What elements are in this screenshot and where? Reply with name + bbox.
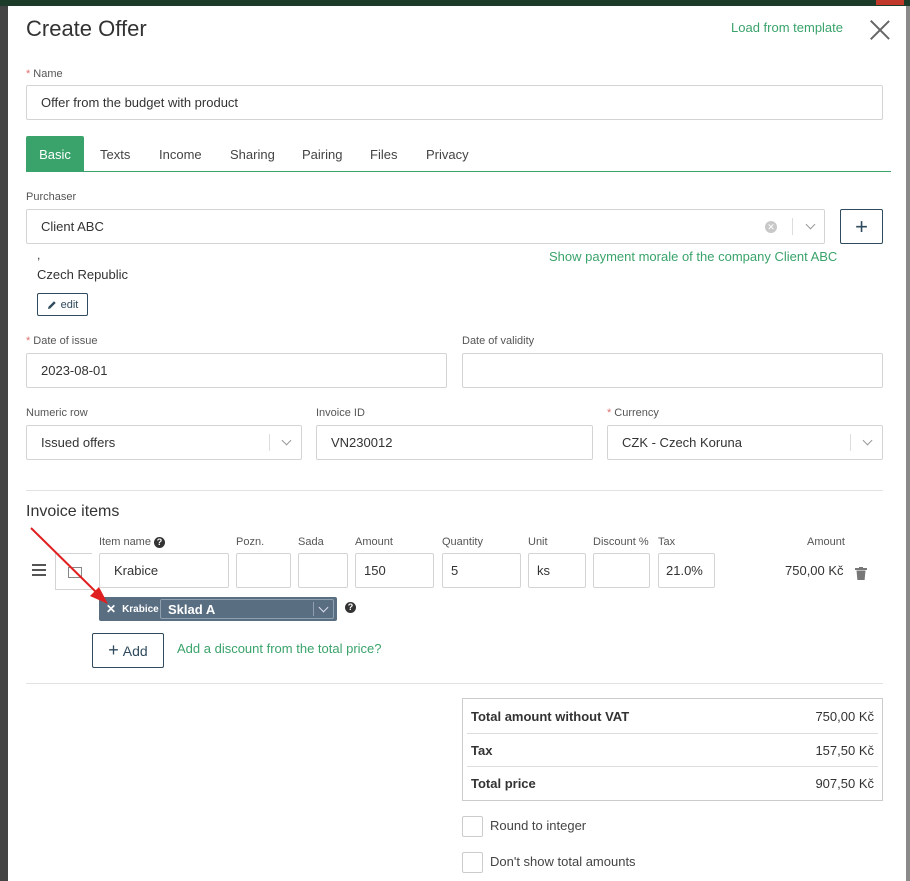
chevron-down-icon[interactable] [805,219,816,230]
header-discount: Discount % [593,536,649,548]
plus-icon: + [108,640,119,660]
chevron-down-icon [318,602,329,613]
stock-help-icon[interactable]: ? [345,602,356,613]
warehouse-select[interactable]: Sklad A [160,599,334,619]
divider [26,490,883,491]
payment-morale-link[interactable]: Show payment morale of the company Clien… [549,249,837,264]
tab-basic[interactable]: Basic [26,136,84,172]
add-purchaser-button[interactable]: + [840,209,883,244]
select-separator [850,434,851,451]
discount-input[interactable] [593,553,650,588]
invoice-id-label: Invoice ID [316,407,365,419]
numeric-row-label: Numeric row [26,407,88,419]
invoice-items-title: Invoice items [26,503,120,520]
currency-select[interactable]: CZK - Czech Koruna [607,425,883,460]
pencil-icon [47,300,56,309]
date-of-validity-label: Date of validity [462,335,535,347]
tab-files[interactable]: Files [370,136,397,172]
date-of-validity-input[interactable] [462,353,883,388]
annotation-arrow-icon [30,527,108,604]
numeric-row-select[interactable]: Issued offers [26,425,302,460]
date-of-issue-label: * Date of issue [26,335,98,347]
header-quantity: Quantity [442,536,483,548]
invoice-id-input[interactable]: VN230012 [316,425,593,460]
stock-item-name: Krabice [122,603,159,615]
add-item-button[interactable]: + Add [92,633,164,668]
purchaser-address-line1: , [37,248,41,262]
chevron-down-icon[interactable] [862,435,873,446]
header-unit: Unit [528,536,548,548]
trash-icon[interactable] [855,567,867,580]
quantity-input[interactable]: 5 [442,553,521,588]
tab-sharing[interactable]: Sharing [230,136,275,172]
round-to-integer-label: Round to integer [490,818,587,833]
header-pozn: Pozn. [236,536,265,548]
unit-input[interactable]: ks [528,553,586,588]
totals-table: Total amount without VAT 750,00 Kč Tax 1… [462,698,883,801]
item-name-input[interactable]: Krabice [99,553,229,588]
close-icon[interactable] [868,18,892,42]
tabs-underline [26,171,891,172]
hide-totals-checkbox[interactable] [462,852,483,873]
header-sada: Sada [298,536,324,548]
divider [26,683,883,684]
tax-input[interactable]: 21.0% [658,553,715,588]
tab-pairing[interactable]: Pairing [302,136,342,172]
tax-row: Tax 157,50 Kč [467,733,878,766]
purchaser-country: Czech Republic [37,267,129,282]
background-left [0,6,8,881]
clear-icon[interactable]: ✕ [765,221,777,233]
tab-privacy[interactable]: Privacy [426,136,469,172]
load-from-template-link[interactable]: Load from template [731,20,843,35]
sada-input[interactable] [298,553,348,588]
chevron-down-icon[interactable] [281,435,292,446]
pozn-input[interactable] [236,553,291,588]
round-to-integer-checkbox[interactable] [462,816,483,837]
modal-title: Create Offer [26,16,147,41]
select-separator [313,602,314,616]
header-line-amount: Amount [807,536,845,548]
select-separator [269,434,270,451]
tab-texts[interactable]: Texts [100,136,130,172]
background-right [906,6,910,881]
line-amount: 750,00 Kč [785,563,844,578]
select-separator [792,218,793,235]
add-discount-link[interactable]: Add a discount from the total price? [177,641,382,656]
create-offer-modal: Create Offer Load from template * Name Of… [8,6,906,881]
date-of-issue-input[interactable]: 2023-08-01 [26,353,447,388]
purchaser-select[interactable]: Client ABC ✕ [26,209,825,244]
amount-input[interactable]: 150 [355,553,434,588]
total-price-row: Total price 907,50 Kč [467,766,878,799]
currency-label: * Currency [607,407,659,419]
tab-income[interactable]: Income [159,136,202,172]
hide-totals-label: Don't show total amounts [490,854,636,869]
name-input[interactable]: Offer from the budget with product [26,85,883,120]
help-icon[interactable]: ? [154,536,166,548]
stock-tag: ✕ Krabice Sklad A [99,597,337,621]
purchaser-label: Purchaser [26,191,77,203]
background-badge [876,0,904,5]
edit-purchaser-button[interactable]: edit [37,293,88,316]
name-label: * Name [26,68,63,80]
total-without-vat-row: Total amount without VAT 750,00 Kč [471,709,874,724]
header-tax: Tax [658,536,676,548]
header-amount: Amount [355,536,393,548]
